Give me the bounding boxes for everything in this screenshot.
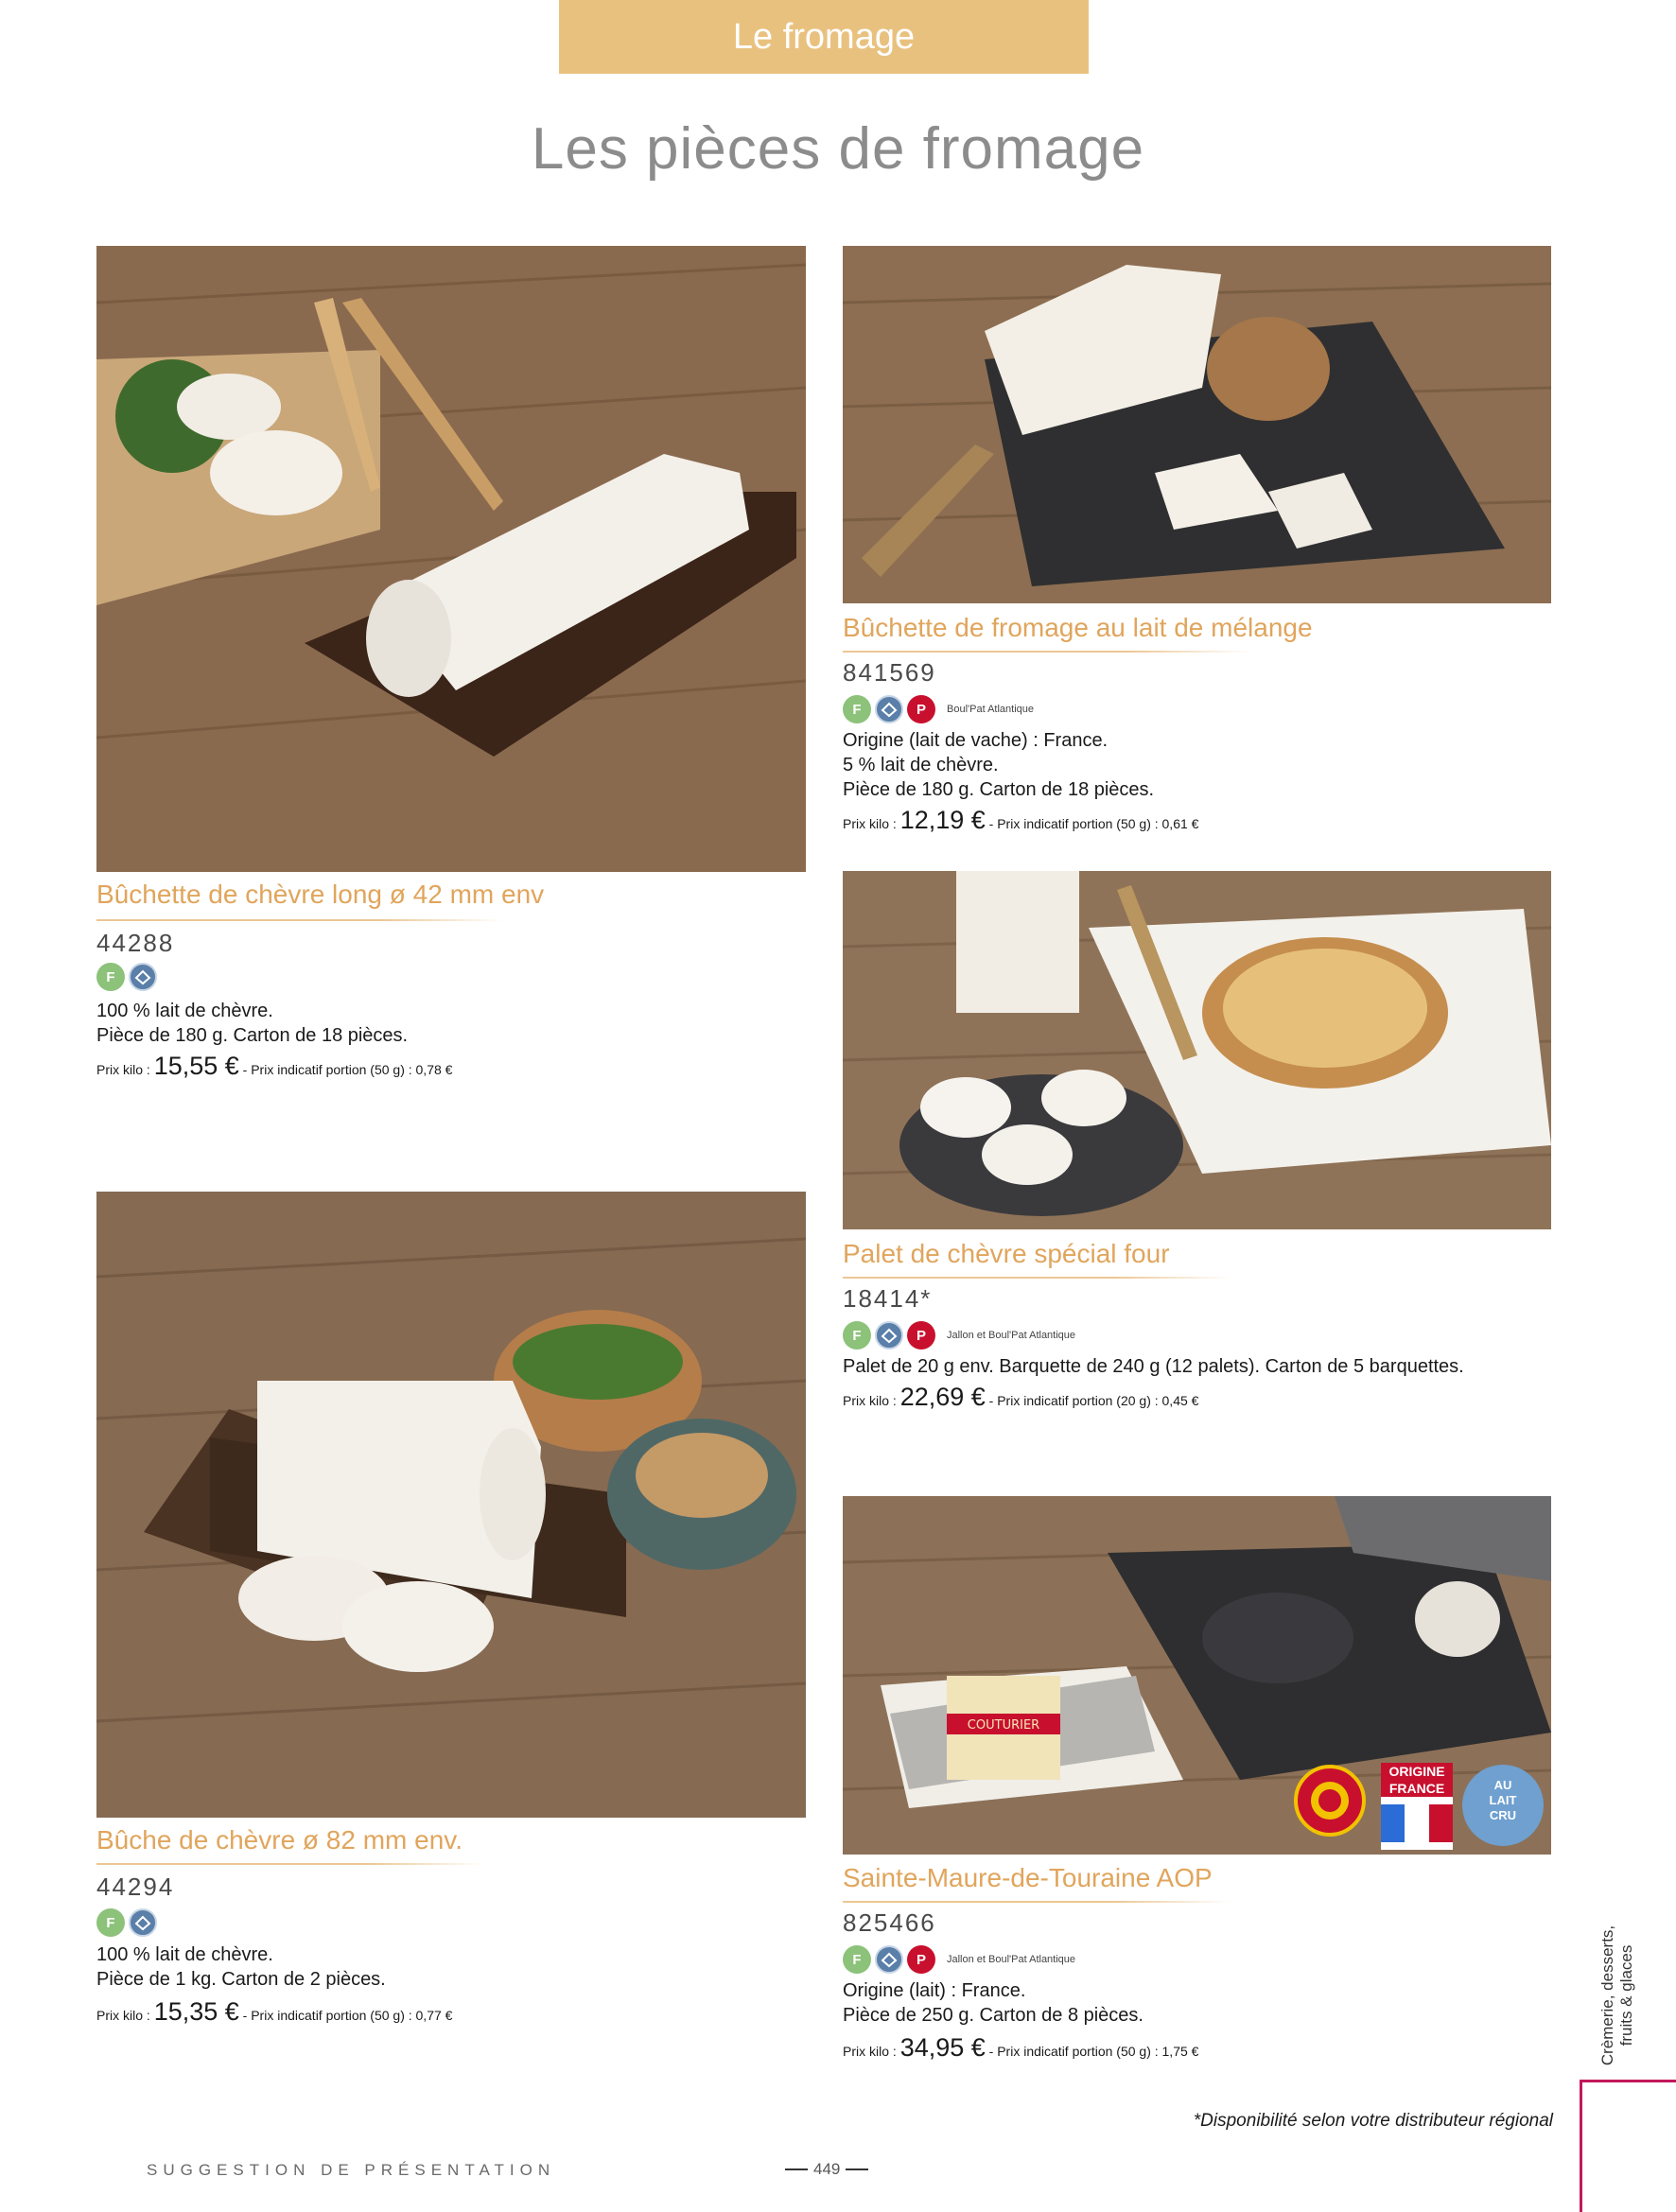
category-side-tab: Crèmerie, desserts, fruits & glaces [1598, 1910, 1636, 2079]
product-description: Origine (lait de vache) : France. 5 % la… [843, 728, 1154, 802]
price-suffix: - Prix indicatif portion (50 g) : 0,61 € [988, 816, 1199, 831]
description-line: Pièce de 250 g. Carton de 8 pièces. [843, 2005, 1144, 2026]
title-underline [96, 919, 503, 921]
french-flag-icon [1381, 1804, 1453, 1842]
fresh-icon [875, 1945, 903, 1974]
title-underline [843, 651, 1249, 653]
price-value: 12,19 € [899, 806, 986, 834]
origin-line2: FRANCE [1381, 1780, 1453, 1797]
product-code: 44288 [96, 929, 175, 957]
product-badges: F P Jallon et Boul'Pat Atlantique [843, 1321, 1075, 1350]
description-line: Origine (lait) : France. [843, 1980, 1026, 2001]
product-title: Sainte-Maure-de-Touraine AOP [843, 1863, 1213, 1892]
supplier-name: Boul'Pat Atlantique [947, 704, 1035, 715]
raw-milk-line3: CRU [1489, 1808, 1517, 1822]
origine-france-badge: ORIGINE FRANCE [1381, 1763, 1453, 1850]
product-price: Prix kilo : 15,55 € - Prix indicatif por… [96, 1052, 452, 1081]
price-suffix: - Prix indicatif portion (50 g) : 0,78 € [242, 1062, 453, 1077]
price-prefix: Prix kilo : [96, 2008, 150, 2023]
category-divider [1580, 2080, 1676, 2082]
p-badge: P [907, 1321, 935, 1350]
fresh-f-badge: F [843, 695, 871, 723]
description-line: 100 % lait de chèvre. [96, 1944, 273, 1965]
origin-line1: ORIGINE [1381, 1763, 1453, 1780]
title-underline [843, 1901, 1231, 1903]
description-line: 100 % lait de chèvre. [96, 1001, 273, 1021]
product-title: Bûchette de fromage au lait de mélange [843, 613, 1313, 642]
description-line: Palet de 20 g env. Barquette de 240 g (1… [843, 1356, 1464, 1377]
description-line: Origine (lait de vache) : France. [843, 730, 1109, 751]
price-prefix: Prix kilo : [843, 1393, 897, 1408]
product-photo-palet-chevre [843, 871, 1551, 1229]
product-badges: F P Boul'Pat Atlantique [843, 695, 1034, 723]
price-value: 34,95 € [899, 2033, 986, 2062]
page-number: 449 [785, 2160, 869, 2179]
section-tab: Le fromage [559, 0, 1089, 74]
product-badges: F P Jallon et Boul'Pat Atlantique [843, 1945, 1075, 1974]
product-code: 18414* [843, 1284, 933, 1313]
category-label: Crèmerie, desserts, fruits & glaces [1598, 1925, 1635, 2066]
fresh-f-badge: F [96, 1908, 125, 1937]
product-description: Palet de 20 g env. Barquette de 240 g (1… [843, 1354, 1464, 1379]
product-code: 841569 [843, 658, 936, 687]
product-title: Palet de chèvre spécial four [843, 1239, 1170, 1268]
product-title: Bûche de chèvre ø 82 mm env. [96, 1825, 463, 1855]
product-description: Origine (lait) : France. Pièce de 250 g.… [843, 1978, 1144, 2028]
product-description: 100 % lait de chèvre. Pièce de 1 kg. Car… [96, 1942, 386, 1992]
supplier-name: Jallon et Boul'Pat Atlantique [947, 1954, 1076, 1965]
product-price: Prix kilo : 34,95 € - Prix indicatif por… [843, 2033, 1198, 2063]
p-badge: P [907, 1945, 935, 1974]
presentation-note: SUGGESTION DE PRÉSENTATION [147, 2161, 556, 2179]
price-value: 15,35 € [153, 1997, 239, 2026]
product-badges: F [96, 1908, 157, 1937]
cheese-band-text: COUTURIER [968, 1718, 1039, 1733]
fresh-icon [129, 1908, 157, 1937]
price-value: 15,55 € [153, 1052, 239, 1080]
fresh-f-badge: F [843, 1945, 871, 1974]
product-code: 44294 [96, 1872, 175, 1901]
price-suffix: - Prix indicatif portion (20 g) : 0,45 € [988, 1393, 1199, 1408]
fresh-icon [129, 963, 157, 991]
p-badge: P [907, 695, 935, 723]
description-line: Pièce de 180 g. Carton de 18 pièces. [843, 779, 1155, 800]
availability-footnote: *Disponibilité selon votre distributeur … [1193, 2111, 1553, 2131]
product-price: Prix kilo : 15,35 € - Prix indicatif por… [96, 1997, 452, 2027]
product-photo-buchette-melange [843, 246, 1551, 603]
category-divider-vertical [1580, 2080, 1582, 2212]
fresh-icon [875, 695, 903, 723]
product-photo-buche-chevre [96, 1192, 806, 1818]
aop-seal-icon [1294, 1765, 1366, 1837]
price-prefix: Prix kilo : [843, 2044, 897, 2059]
fresh-icon [875, 1321, 903, 1350]
product-badges: F [96, 963, 157, 991]
title-underline [96, 1863, 484, 1865]
raw-milk-badge: AU LAIT CRU [1462, 1765, 1544, 1846]
title-underline [843, 1277, 1231, 1279]
product-price: Prix kilo : 22,69 € - Prix indicatif por… [843, 1383, 1198, 1412]
product-description: 100 % lait de chèvre. Pièce de 180 g. Ca… [96, 999, 408, 1048]
price-suffix: - Prix indicatif portion (50 g) : 1,75 € [988, 2044, 1199, 2059]
fresh-f-badge: F [96, 963, 125, 991]
description-line: Pièce de 180 g. Carton de 18 pièces. [96, 1025, 409, 1046]
fresh-f-badge: F [843, 1321, 871, 1350]
price-prefix: Prix kilo : [843, 816, 897, 831]
page-title: Les pièces de fromage [531, 116, 1145, 182]
page-number-rule [785, 2168, 808, 2170]
product-code: 825466 [843, 1908, 936, 1937]
product-price: Prix kilo : 12,19 € - Prix indicatif por… [843, 806, 1198, 835]
supplier-name: Jallon et Boul'Pat Atlantique [947, 1330, 1076, 1341]
price-prefix: Prix kilo : [96, 1062, 150, 1077]
price-suffix: - Prix indicatif portion (50 g) : 0,77 € [242, 2008, 453, 2023]
raw-milk-line1: AU [1493, 1778, 1512, 1792]
product-title: Bûchette de chèvre long ø 42 mm env [96, 880, 545, 909]
description-line: Pièce de 1 kg. Carton de 2 pièces. [96, 1969, 386, 1990]
page-number-value: 449 [813, 2160, 841, 2178]
page-number-rule [846, 2168, 869, 2170]
product-photo-buchette-chevre-long [96, 246, 806, 872]
description-line: 5 % lait de chèvre. [843, 755, 999, 775]
raw-milk-line2: LAIT [1489, 1793, 1517, 1807]
price-value: 22,69 € [899, 1383, 986, 1411]
